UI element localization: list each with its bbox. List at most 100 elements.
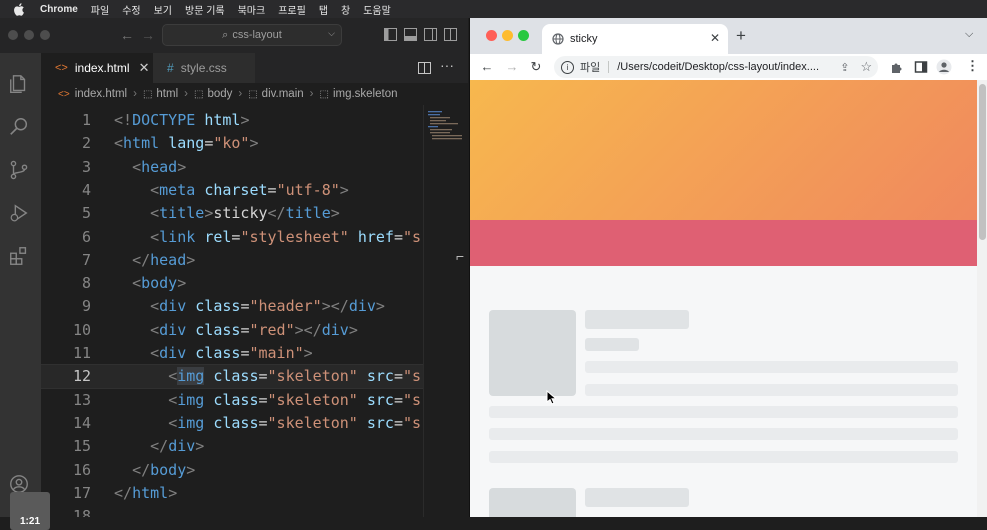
code-line[interactable]: 12 <img class="skeleton" src="s — [41, 364, 423, 390]
extensions-puzzle-icon[interactable] — [890, 60, 904, 74]
menu-profiles[interactable]: 프로필 — [278, 2, 306, 17]
code-text: <div class="header"></div> — [150, 297, 385, 316]
apple-icon[interactable] — [13, 2, 25, 16]
minimap[interactable] — [423, 105, 468, 517]
tab-title: sticky — [570, 33, 598, 45]
editor-scrollbar[interactable]: ⌐ — [456, 248, 468, 278]
menu-window[interactable]: 창 — [341, 2, 350, 17]
code-line[interactable]: 15 </div> — [41, 435, 423, 458]
source-control-icon[interactable] — [8, 159, 30, 181]
share-icon[interactable]: ⇪ — [840, 61, 849, 74]
reload-icon[interactable]: ↻ — [527, 56, 545, 78]
code-text: <body> — [132, 274, 187, 293]
close-window-button[interactable] — [8, 30, 18, 40]
line-number: 8 — [81, 274, 91, 293]
page-header-gradient — [470, 80, 977, 220]
code-line[interactable]: 16 </body> — [41, 459, 423, 482]
tab-search-chevron-icon[interactable]: ⌵ — [965, 28, 973, 41]
close-window-button[interactable] — [486, 30, 497, 41]
toggle-primary-sidebar-icon[interactable] — [384, 28, 397, 41]
info-icon[interactable]: i — [561, 60, 574, 74]
menu-view[interactable]: 보기 — [154, 2, 172, 17]
toggle-panel-icon[interactable] — [404, 28, 417, 41]
side-panel-icon[interactable] — [914, 60, 928, 74]
address-bar[interactable]: i 파일 /Users/codeit/Desktop/css-layout/in… — [554, 56, 878, 78]
command-center-search[interactable]: ⌕ css-layout ⌵ — [162, 24, 342, 46]
more-actions-icon[interactable]: ··· — [440, 57, 454, 73]
minimize-window-button[interactable] — [502, 30, 513, 41]
code-line[interactable]: 13 <img class="skeleton" src="s — [41, 389, 423, 412]
code-text: <head> — [132, 157, 187, 176]
code-line[interactable]: 10 <div class="red"></div> — [41, 319, 423, 342]
code-text: <div class="red"></div> — [150, 320, 358, 339]
minimize-window-button[interactable] — [24, 30, 34, 40]
breadcrumb-item-html[interactable]: html — [156, 88, 178, 100]
element-icon: ⬚ — [319, 88, 329, 100]
code-text: <img class="skeleton" src="s — [168, 390, 422, 409]
page-red-bar — [470, 220, 977, 266]
code-text: <div class="main"> — [150, 344, 313, 362]
code-line[interactable]: 14 <img class="skeleton" src="s — [41, 412, 423, 435]
code-line[interactable]: 17 </html> — [41, 482, 423, 505]
menu-chrome[interactable]: Chrome — [40, 4, 78, 15]
code-line[interactable]: 3 <head> — [41, 156, 423, 179]
browser-tab-sticky[interactable]: sticky ✕ — [542, 24, 728, 54]
url-text[interactable]: /Users/codeit/Desktop/css-layout/index..… — [617, 61, 832, 73]
customize-layout-icon[interactable] — [444, 28, 457, 41]
line-number: 2 — [81, 134, 91, 153]
menu-tab[interactable]: 탭 — [319, 2, 328, 17]
omnibox-divider — [608, 61, 610, 73]
tab-style-css[interactable]: # style.css — [153, 53, 255, 83]
new-tab-icon[interactable]: + — [736, 26, 746, 46]
run-debug-icon[interactable] — [8, 202, 30, 224]
tab-index-html[interactable]: <> index.html ✕ — [41, 53, 153, 83]
minimap-preview — [428, 111, 462, 140]
code-line[interactable]: 1 <!DOCTYPE html> — [41, 109, 423, 132]
close-tab-icon[interactable]: ✕ — [139, 60, 150, 76]
code-line[interactable]: 7 </head> — [41, 249, 423, 272]
forward-icon[interactable]: → — [503, 56, 521, 78]
forward-arrow-icon[interactable]: → — [141, 27, 155, 43]
zoom-window-button[interactable] — [518, 30, 529, 41]
code-line[interactable]: 8 <body> — [41, 272, 423, 295]
back-icon[interactable]: ← — [478, 56, 496, 78]
code-line[interactable]: 4 <meta charset="utf-8"> — [41, 179, 423, 202]
menu-file[interactable]: 파일 — [91, 2, 109, 17]
explorer-icon[interactable] — [8, 73, 30, 95]
code-line[interactable]: 11 <div class="main"> — [41, 342, 423, 365]
breadcrumb-item-body[interactable]: body — [207, 88, 232, 100]
line-number: 3 — [81, 157, 91, 176]
code-line[interactable]: 18 — [41, 505, 423, 517]
css-file-icon: # — [167, 61, 174, 75]
menu-history[interactable]: 방문 기록 — [185, 2, 225, 17]
page-scrollbar-thumb[interactable] — [979, 84, 986, 240]
menu-edit[interactable]: 수정 — [122, 2, 140, 17]
skeleton-title — [585, 488, 689, 507]
breadcrumb-item-file[interactable]: index.html — [75, 88, 127, 100]
code-line[interactable]: 2 <html lang="ko"> — [41, 132, 423, 155]
extensions-icon[interactable] — [8, 245, 30, 267]
webpage-viewport[interactable] — [470, 80, 987, 517]
breadcrumb-item-div-main[interactable]: div.main — [262, 88, 304, 100]
code-text: </body> — [132, 460, 196, 479]
vscode-window: ← → ⌕ css-layout ⌵ <> index.html ✕ # sty… — [0, 18, 468, 530]
code-line[interactable]: 9 <div class="header"></div> — [41, 295, 423, 318]
search-icon[interactable] — [8, 116, 30, 138]
breadcrumb-item-img-skeleton[interactable]: img.skeleton — [333, 88, 398, 100]
back-arrow-icon[interactable]: ← — [120, 27, 134, 43]
split-editor-icon[interactable] — [418, 62, 431, 74]
profile-avatar-icon[interactable] — [936, 59, 952, 75]
line-number: 13 — [72, 390, 91, 409]
close-tab-icon[interactable]: ✕ — [710, 31, 720, 45]
line-number: 15 — [72, 437, 91, 456]
zoom-window-button[interactable] — [40, 30, 50, 40]
chrome-menu-icon[interactable]: ⋮ — [966, 58, 979, 74]
code-editor[interactable]: 1 <!DOCTYPE html> 2 <html lang="ko"> 3 <head… — [41, 105, 423, 517]
menu-bookmarks[interactable]: 북마크 — [238, 2, 266, 17]
code-text: <meta charset="utf-8"> — [150, 180, 349, 199]
toggle-secondary-sidebar-icon[interactable] — [424, 28, 437, 41]
code-line[interactable]: 5 <title>sticky</title> — [41, 202, 423, 225]
code-line[interactable]: 6 <link rel="stylesheet" href="s — [41, 226, 423, 249]
bookmark-star-icon[interactable]: ☆ — [860, 59, 872, 75]
menu-help[interactable]: 도움말 — [363, 2, 391, 17]
